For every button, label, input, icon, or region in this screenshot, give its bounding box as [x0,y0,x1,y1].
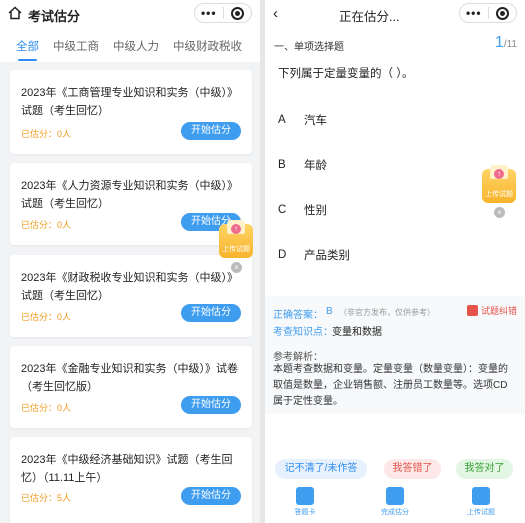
upload-float-label: 上传试题 [222,246,250,253]
correct-answer-value: B [326,306,333,317]
answer-sheet-button[interactable]: 答题卡 [275,487,335,517]
upload-question-button[interactable]: 上传试题 [451,487,511,517]
target-icon [230,6,244,20]
close-miniprogram-button[interactable] [224,6,252,20]
option-text: 年龄 [304,160,327,172]
option-text: 产品类别 [304,250,350,262]
exam-card-title: 2023年《人力资源专业知识和实务（中级）》试题（考生回忆） [21,180,238,210]
miniprogram-capsule: ••• [459,3,517,23]
exam-list-pane: 考试估分 ••• 全部 中级工商 中级人力 中级财政税收 2023年《工商管理专… [0,0,260,523]
answered-wrong-button[interactable]: 我答错了 [384,459,441,479]
grid-icon [296,487,314,505]
miniprogram-capsule: ••• [194,3,252,23]
upload-icon [472,487,490,505]
start-estimate-button[interactable]: 开始估分 [181,304,241,322]
target-icon [495,6,509,20]
option-c[interactable]: C 性别 [278,202,327,218]
upload-question-float[interactable]: ↑ 上传试题 × [482,165,516,219]
close-icon[interactable]: × [231,262,242,273]
not-remember-button[interactable]: 记不清了/未作答 [275,459,367,479]
start-estimate-button[interactable]: 开始估分 [181,396,241,414]
exam-card-count: 已估分：0人 [21,220,72,230]
estimate-pane: ‹ 正在估分... ••• 一、单项选择题 1/11 下列属于定量变量的（ ）。… [265,0,525,523]
tab-finance-tax[interactable]: 中级财政税收 [173,28,242,62]
question-progress: 1/11 [495,34,517,52]
option-a[interactable]: A 汽车 [278,112,327,128]
left-header: 考试估分 ••• [0,0,260,28]
option-text: 性别 [304,205,327,217]
tab-all[interactable]: 全部 [16,28,39,62]
question-text: 下列属于定量变量的（ ）。 [278,68,414,80]
close-icon[interactable]: × [494,207,505,218]
exam-card: 2023年《中级经济基础知识》试题（考生回忆）（11.11上午） 已估分：5人 … [10,437,252,523]
finish-estimate-button[interactable]: 完成估分 [365,487,425,517]
finish-estimate-label: 完成估分 [381,509,409,516]
upload-float-label: 上传试题 [485,191,513,198]
report-error-button[interactable]: 试题纠错 [466,304,517,317]
exam-card-count: 已估分：5人 [21,493,72,503]
exam-card-count: 已估分：0人 [21,312,72,322]
checklist-icon [386,487,404,505]
report-error-label: 试题纠错 [480,306,517,316]
page-title: 正在估分... [339,10,400,24]
option-key: B [278,159,286,171]
answer-disclaimer: （非官方发布，仅供参考） [339,308,435,317]
exam-card: 2023年《金融专业知识和实务（中级）》试卷（考生回忆版） 已估分：0人 开始估… [10,346,252,428]
total-questions: /11 [503,39,517,50]
option-d[interactable]: D 产品类别 [278,247,350,263]
more-menu-button[interactable]: ••• [460,4,488,22]
close-miniprogram-button[interactable] [489,6,517,20]
option-b[interactable]: B 年龄 [278,157,327,173]
exam-card-title: 2023年《工商管理专业知识和实务（中级）》试题（考生回忆） [21,87,238,117]
upload-bag-icon: ↑ 上传试题 [482,165,516,203]
answered-right-button[interactable]: 我答对了 [456,459,513,479]
upload-question-label: 上传试题 [467,509,495,516]
back-icon[interactable]: ‹ [273,5,278,22]
exam-card-title: 2023年《金融专业知识和实务（中级）》试卷（考生回忆版） [21,363,238,393]
answer-sheet-label: 答题卡 [294,509,316,516]
upload-arrow-icon: ↑ [231,224,241,234]
upload-bag-icon: ↑ 上传试题 [219,220,253,258]
exam-card: 2023年《人力资源专业知识和实务（中级）》试题（考生回忆） 已估分：0人 开始… [10,163,252,245]
exam-card-title: 2023年《财政税收专业知识和实务（中级）》试题（考生回忆） [21,272,238,302]
exam-card: 2023年《工商管理专业知识和实务（中级）》试题（考生回忆） 已估分：0人 开始… [10,70,252,154]
right-header: ‹ 正在估分... ••• [265,0,525,28]
more-menu-button[interactable]: ••• [195,4,223,22]
upload-arrow-icon: ↑ [494,169,504,179]
analysis-text: 本题考查数据和变量。定量变量（数量变量）：变量的取值是数量，企业销售额、注册员工… [273,364,508,407]
section-title: 一、单项选择题 [274,42,344,53]
exam-card: 2023年《财政税收专业知识和实务（中级）》试题（考生回忆） 已估分：0人 开始… [10,255,252,337]
knowledge-point-label: 考查知识点： [273,327,333,338]
correct-answer-label: 正确答案： [273,310,323,321]
current-question-number: 1 [494,34,504,51]
page-title: 考试估分 [28,9,81,24]
home-icon[interactable] [8,6,22,20]
option-key: D [278,249,287,261]
start-estimate-button[interactable]: 开始估分 [181,487,241,505]
knowledge-point-value: 变量和数据 [332,327,382,338]
answer-actions: 记不清了/未作答 我答错了 我答对了 [265,455,525,483]
option-key: C [278,204,287,216]
tab-hr[interactable]: 中级人力 [113,28,159,62]
option-text: 汽车 [304,115,327,127]
report-icon [466,305,478,316]
option-key: A [278,114,286,126]
exam-card-count: 已估分：0人 [21,129,72,139]
analysis-label: 参考解析： [273,352,323,363]
category-tabs: 全部 中级工商 中级人力 中级财政税收 [0,28,260,62]
start-estimate-button[interactable]: 开始估分 [181,122,241,140]
bottom-toolbar: 答题卡 完成估分 上传试题 [265,484,525,523]
exam-card-title: 2023年《中级经济基础知识》试题（考生回忆）（11.11上午） [21,454,233,484]
exam-card-count: 已估分：0人 [21,403,72,413]
upload-question-float[interactable]: ↑ 上传试题 × [219,220,253,274]
tab-business[interactable]: 中级工商 [53,28,99,62]
